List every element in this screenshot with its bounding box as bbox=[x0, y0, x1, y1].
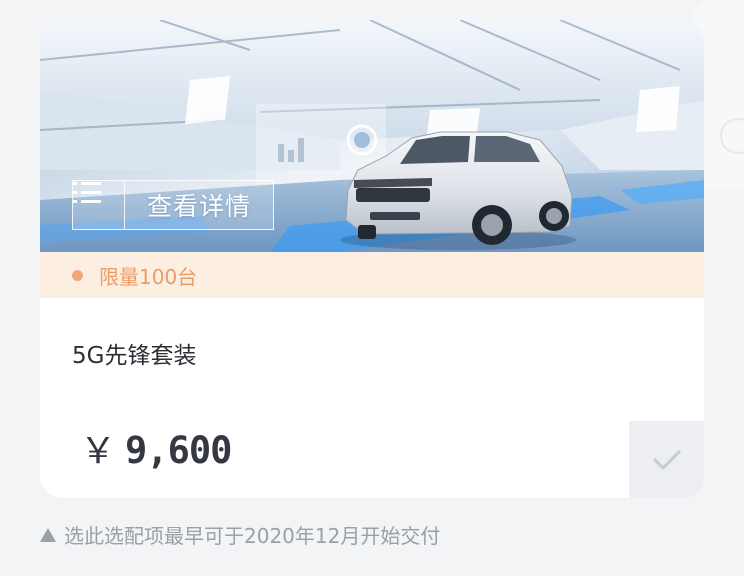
view-details-button[interactable]: 查看详情 bbox=[72, 180, 274, 230]
price-value: 9,600 bbox=[125, 429, 232, 472]
triangle-up-icon bbox=[40, 527, 56, 542]
select-checkbox[interactable] bbox=[629, 421, 704, 498]
option-card[interactable]: 查看详情 限量100台 5G先锋套装 ￥ 9,600 bbox=[40, 20, 704, 498]
list-icon bbox=[73, 181, 125, 229]
status-dot-icon bbox=[72, 269, 83, 281]
delivery-note: 选此选配项最早可于2020年12月开始交付 bbox=[40, 520, 440, 549]
checkmark-icon bbox=[652, 449, 681, 470]
limited-quantity-bar: 限量100台 bbox=[40, 252, 704, 298]
delivery-note-text: 选此选配项最早可于2020年12月开始交付 bbox=[64, 524, 441, 548]
package-price: ￥ 9,600 bbox=[80, 422, 232, 474]
limited-quantity-text: 限量100台 bbox=[99, 264, 198, 289]
hero-image: 查看详情 bbox=[40, 20, 704, 252]
currency-symbol: ￥ bbox=[80, 431, 116, 472]
view-details-label: 查看详情 bbox=[146, 192, 251, 221]
next-card-gear-icon bbox=[720, 118, 744, 154]
package-name: 5G先锋套装 bbox=[72, 343, 197, 369]
